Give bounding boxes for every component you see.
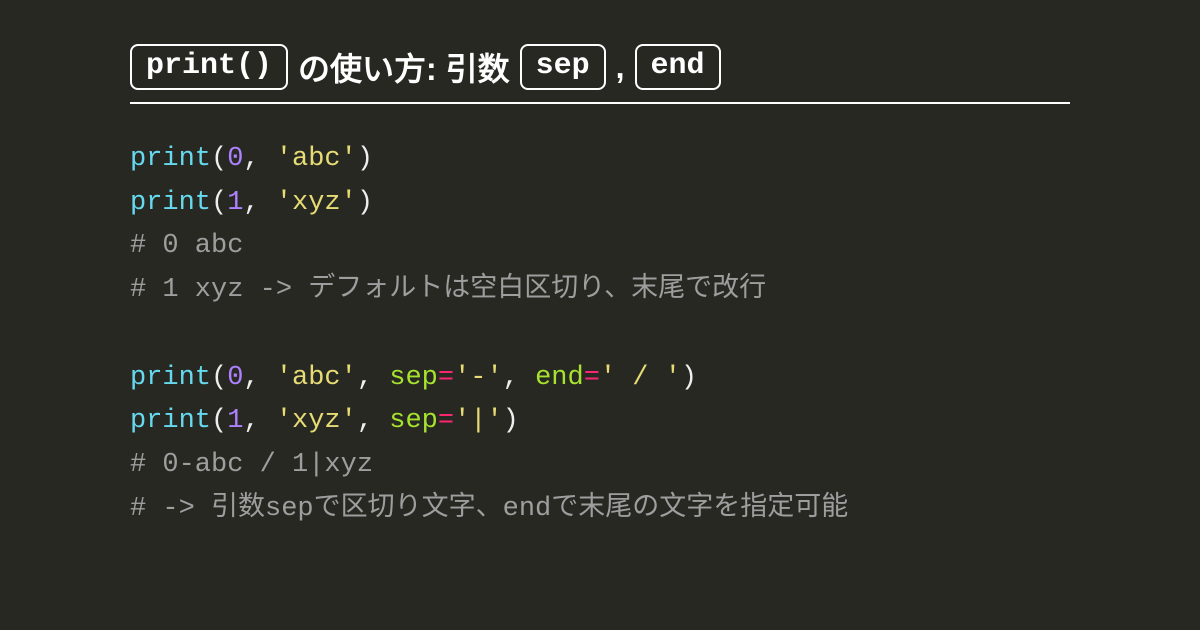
code-line-3: print(0, 'abc', sep='-', end=' / ') <box>130 363 697 393</box>
code-comment-1: # 0 abc <box>130 231 243 261</box>
slide-title: print() の使い方: 引数 sep , end <box>130 44 1070 104</box>
code-comment-4: # -> 引数sepで区切り文字、endで末尾の文字を指定可能 <box>130 494 848 524</box>
title-text-1: の使い方: 引数 <box>298 44 510 90</box>
code-comment-3: # 0-abc / 1|xyz <box>130 450 373 480</box>
title-box-sep: sep <box>520 44 606 90</box>
code-comment-2: # 1 xyz -> デフォルトは空白区切り、末尾で改行 <box>130 275 766 305</box>
code-line-1: print(0, 'abc') <box>130 144 373 174</box>
code-line-4: print(1, 'xyz', sep='|') <box>130 406 519 436</box>
code-block: print(0, 'abc') print(1, 'xyz') # 0 abc … <box>130 138 1070 532</box>
title-box-end: end <box>635 44 721 90</box>
title-comma: , <box>616 49 625 86</box>
title-box-print: print() <box>130 44 288 90</box>
code-line-2: print(1, 'xyz') <box>130 188 373 218</box>
